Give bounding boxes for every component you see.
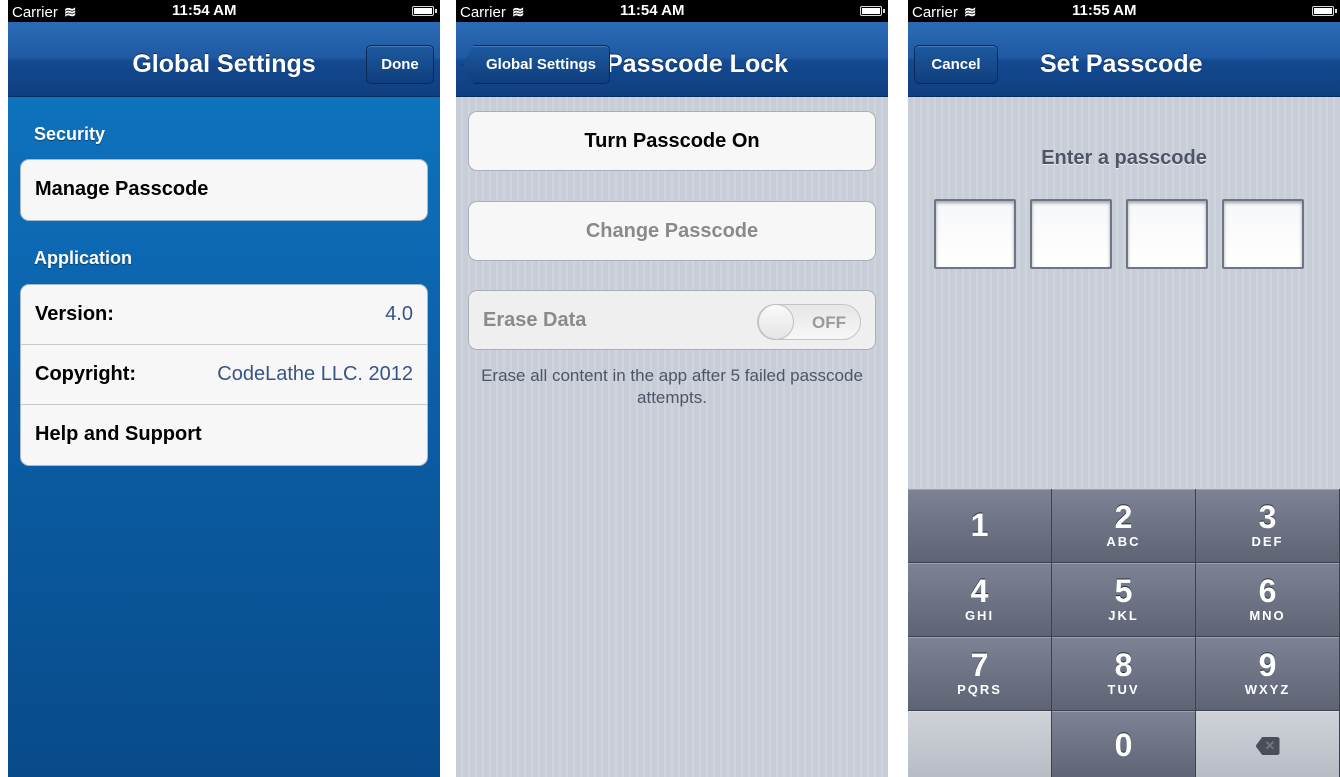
- key-8[interactable]: 8 TUV: [1052, 637, 1196, 711]
- key-4[interactable]: 4 GHI: [908, 563, 1052, 637]
- key-digit: 8: [1114, 647, 1133, 683]
- key-digit: 9: [1258, 647, 1277, 683]
- carrier-label: Carrier ≋: [12, 3, 76, 21]
- set-passcode-screen: Carrier ≋ 11:55 AM Set Passcode Cancel En…: [908, 0, 1340, 777]
- done-button[interactable]: Done: [366, 45, 434, 84]
- clock: 11:54 AM: [620, 2, 685, 19]
- key-digit: 0: [1114, 727, 1133, 763]
- key-digit: 3: [1258, 499, 1277, 535]
- pin-digit-box: [1126, 199, 1208, 269]
- key-1[interactable]: 1: [908, 489, 1052, 563]
- backspace-icon: [1255, 737, 1280, 755]
- cancel-button[interactable]: Cancel: [914, 45, 998, 84]
- cell-label: Copyright:: [35, 363, 137, 385]
- key-letters: TUV: [1107, 682, 1140, 697]
- key-letters: MNO: [1249, 608, 1286, 623]
- key-6[interactable]: 6 MNO: [1196, 563, 1340, 637]
- key-digit: 4: [970, 573, 989, 609]
- toggle-knob: [758, 304, 794, 340]
- nav-bar: Passcode Lock Global Settings: [456, 22, 888, 97]
- key-2[interactable]: 2 ABC: [1052, 489, 1196, 563]
- key-3[interactable]: 3 DEF: [1196, 489, 1340, 563]
- security-group: Manage Passcode: [20, 159, 428, 221]
- erase-data-toggle[interactable]: OFF: [757, 304, 861, 340]
- wifi-icon: ≋: [63, 4, 77, 21]
- erase-data-cell: Erase Data OFF: [468, 290, 876, 350]
- version-cell: Version: 4.0: [21, 285, 427, 345]
- cell-label: Version:: [35, 303, 114, 325]
- pin-digit-box: [1030, 199, 1112, 269]
- nav-title: Passcode Lock: [606, 50, 789, 78]
- clock: 11:55 AM: [1072, 2, 1137, 19]
- wifi-icon: ≋: [511, 4, 525, 21]
- key-letters: PQRS: [957, 682, 1002, 697]
- battery-icon: [412, 6, 437, 16]
- key-5[interactable]: 5 JKL: [1052, 563, 1196, 637]
- cell-label: Manage Passcode: [35, 178, 209, 200]
- key-digit: 6: [1258, 573, 1277, 609]
- toggle-state-label: OFF: [812, 313, 846, 332]
- key-blank: [908, 711, 1052, 777]
- key-letters: JKL: [1108, 608, 1139, 623]
- nav-bar: Set Passcode Cancel: [908, 22, 1340, 97]
- cell-value: CodeLathe LLC. 2012: [217, 363, 413, 385]
- cell-label: Help and Support: [35, 423, 202, 445]
- key-letters: WXYZ: [1244, 682, 1291, 697]
- carrier-label: Carrier ≋: [460, 3, 524, 21]
- passcode-lock-screen: Carrier ≋ 11:54 AM Passcode Lock Global S…: [456, 0, 888, 777]
- key-letters: ABC: [1106, 534, 1141, 549]
- application-group: Version: 4.0 Copyright: CodeLathe LLC. 2…: [20, 284, 428, 466]
- battery-icon: [1312, 6, 1337, 16]
- set-passcode-content: Enter a passcode: [908, 97, 1340, 489]
- erase-data-label: Erase Data: [483, 309, 587, 331]
- numeric-keypad: 1 2 ABC 3 DEF 4 GHI 5 JKL 6 MNO 7 PQRS 8 TUV 9W…: [908, 489, 1340, 777]
- status-bar: Carrier ≋ 11:54 AM: [8, 0, 440, 22]
- global-settings-screen: Carrier ≋ 11:54 AM Global Settings Done S…: [8, 0, 440, 777]
- key-digit: 5: [1114, 573, 1133, 609]
- status-bar: Carrier ≋ 11:55 AM: [908, 0, 1340, 22]
- help-support-cell[interactable]: Help and Support: [21, 405, 427, 465]
- turn-passcode-on-button[interactable]: Turn Passcode On: [468, 111, 876, 171]
- key-digit: 2: [1114, 499, 1133, 535]
- manage-passcode-cell[interactable]: Manage Passcode: [21, 160, 427, 220]
- status-bar: Carrier ≋ 11:54 AM: [456, 0, 888, 22]
- key-digit: 7: [970, 647, 989, 683]
- carrier-text: Carrier: [12, 4, 58, 21]
- erase-footnote: Erase all content in the app after 5 fai…: [481, 366, 863, 407]
- delete-key[interactable]: [1196, 711, 1340, 777]
- wifi-icon: ≋: [963, 4, 977, 21]
- nav-title: Set Passcode: [1040, 50, 1203, 78]
- change-passcode-button: Change Passcode: [468, 201, 876, 261]
- key-letters: DEF: [1251, 534, 1284, 549]
- carrier-label: Carrier ≋: [912, 3, 976, 21]
- passcode-prompt: Enter a passcode: [1041, 147, 1207, 169]
- key-letters: GHI: [964, 608, 995, 623]
- pin-digit-box: [1222, 199, 1304, 269]
- cell-value: 4.0: [385, 303, 413, 325]
- section-header-application: Application: [34, 248, 132, 268]
- clock: 11:54 AM: [172, 2, 237, 19]
- back-button-global-settings[interactable]: Global Settings: [462, 45, 610, 84]
- passcode-lock-content: Turn Passcode On Change Passcode Erase D…: [456, 97, 888, 777]
- copyright-cell: Copyright: CodeLathe LLC. 2012: [21, 345, 427, 405]
- carrier-text: Carrier: [460, 4, 506, 21]
- key-0[interactable]: 0: [1052, 711, 1196, 777]
- key-digit: 1: [970, 507, 989, 543]
- pin-digit-box: [934, 199, 1016, 269]
- nav-bar: Global Settings Done: [8, 22, 440, 97]
- carrier-text: Carrier: [912, 4, 958, 21]
- section-header-security: Security: [34, 124, 106, 144]
- battery-icon: [860, 6, 885, 16]
- settings-content: Security Manage Passcode Application Ver…: [8, 97, 440, 777]
- key-7[interactable]: 7 PQRS: [908, 637, 1052, 711]
- key-9[interactable]: 9 WXYZ: [1196, 637, 1340, 711]
